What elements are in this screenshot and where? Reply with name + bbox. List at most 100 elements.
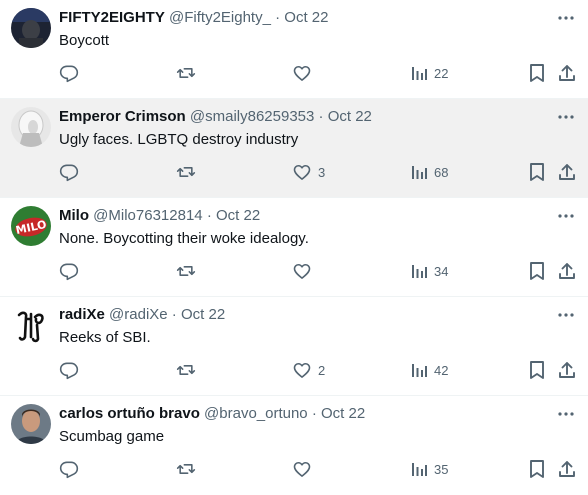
user-handle[interactable]: @Fifty2Eighty_: [169, 9, 271, 26]
retweet-button[interactable]: [176, 62, 196, 84]
views-icon: [412, 364, 427, 377]
display-name[interactable]: Emperor Crimson: [59, 108, 186, 125]
like-icon: [293, 362, 311, 378]
timestamp[interactable]: Oct 22: [284, 9, 328, 26]
view-count: 68: [434, 164, 449, 180]
views-button[interactable]: 34: [410, 260, 448, 282]
action-bar: 22: [0, 62, 588, 84]
like-button[interactable]: [292, 260, 318, 282]
separator-dot: ·: [206, 207, 212, 224]
retweet-button[interactable]: [176, 260, 196, 282]
tweet-header: radiXe @radiXe · Oct 22: [59, 305, 225, 325]
reply-tweet[interactable]: Emperor Crimson @smaily86259353 · Oct 22…: [0, 99, 588, 198]
reply-tweet[interactable]: FIFTY2EIGHTY @Fifty2Eighty_ · Oct 22 Boy…: [0, 0, 588, 99]
views-button[interactable]: 42: [410, 359, 448, 381]
display-name[interactable]: radiXe: [59, 306, 105, 323]
more-icon[interactable]: [556, 206, 576, 226]
more-icon[interactable]: [556, 8, 576, 28]
avatar[interactable]: [11, 107, 51, 147]
reply-icon: [59, 263, 79, 281]
share-icon: [559, 263, 575, 279]
retweet-icon: [176, 68, 196, 78]
retweet-button[interactable]: [176, 359, 196, 381]
like-button[interactable]: 2: [292, 359, 325, 381]
reply-icon: [59, 461, 79, 479]
display-name[interactable]: Milo: [59, 207, 89, 224]
view-count: 34: [434, 263, 449, 279]
timestamp[interactable]: Oct 22: [181, 306, 225, 323]
avatar[interactable]: [11, 404, 51, 444]
like-count: 2: [318, 362, 326, 378]
share-button[interactable]: [557, 62, 577, 84]
separator-dot: ·: [275, 9, 281, 26]
reply-tweet[interactable]: radiXe @radiXe · Oct 22 Reeks of SBI. 2 …: [0, 297, 588, 396]
more-icon[interactable]: [556, 404, 576, 424]
bookmark-icon: [530, 460, 544, 478]
view-count: 22: [434, 65, 449, 81]
like-icon: [293, 164, 311, 180]
timestamp[interactable]: Oct 22: [328, 108, 372, 125]
share-icon: [559, 461, 575, 477]
views-button[interactable]: 35: [410, 458, 448, 480]
avatar[interactable]: [11, 305, 51, 345]
share-button[interactable]: [557, 458, 577, 480]
bookmark-button[interactable]: [528, 359, 546, 381]
display-name[interactable]: FIFTY2EIGHTY: [59, 9, 165, 26]
share-button[interactable]: [557, 161, 577, 183]
tweet-text: Reeks of SBI.: [59, 329, 151, 346]
bookmark-button[interactable]: [528, 458, 546, 480]
separator-dot: ·: [318, 108, 324, 125]
tweet-text: Boycott: [59, 32, 110, 49]
view-count: 35: [434, 461, 449, 477]
more-icon[interactable]: [556, 305, 576, 325]
like-button[interactable]: 3: [292, 161, 325, 183]
tweet-text: None. Boycotting their woke idealogy.: [59, 230, 309, 247]
reply-button[interactable]: [59, 260, 79, 282]
reply-tweet[interactable]: MILO Milo @Milo76312814 · Oct 22 None. B…: [0, 198, 588, 297]
reply-tweet[interactable]: carlos ortuño bravo @bravo_ortuno · Oct …: [0, 396, 588, 495]
share-icon: [559, 362, 575, 378]
reply-button[interactable]: [59, 62, 79, 84]
views-button[interactable]: 22: [410, 62, 448, 84]
user-handle[interactable]: @radiXe: [109, 306, 168, 323]
share-button[interactable]: [557, 359, 577, 381]
user-handle[interactable]: @smaily86259353: [190, 108, 314, 125]
like-button[interactable]: [292, 62, 318, 84]
user-handle[interactable]: @bravo_ortuno: [204, 405, 308, 422]
tweet-header: carlos ortuño bravo @bravo_ortuno · Oct …: [59, 404, 365, 424]
like-icon: [293, 461, 311, 477]
retweet-icon: [176, 365, 196, 375]
tweet-header: FIFTY2EIGHTY @Fifty2Eighty_ · Oct 22: [59, 8, 328, 28]
timestamp[interactable]: Oct 22: [216, 207, 260, 224]
bookmark-button[interactable]: [528, 62, 546, 84]
user-handle[interactable]: @Milo76312814: [93, 207, 202, 224]
reply-button[interactable]: [59, 359, 79, 381]
reply-button[interactable]: [59, 458, 79, 480]
action-bar: 34: [0, 260, 588, 282]
reply-button[interactable]: [59, 161, 79, 183]
bookmark-button[interactable]: [528, 260, 546, 282]
share-icon: [559, 65, 575, 81]
retweet-button[interactable]: [176, 458, 196, 480]
like-count: 3: [318, 164, 326, 180]
avatar[interactable]: MILO: [11, 206, 51, 246]
more-icon[interactable]: [556, 107, 576, 127]
share-icon: [559, 164, 575, 180]
retweet-button[interactable]: [176, 161, 196, 183]
views-icon: [412, 67, 427, 80]
views-icon: [412, 463, 427, 476]
share-button[interactable]: [557, 260, 577, 282]
display-name[interactable]: carlos ortuño bravo: [59, 405, 200, 422]
views-icon: [412, 166, 427, 179]
like-button[interactable]: [292, 458, 318, 480]
avatar[interactable]: [11, 8, 51, 48]
bookmark-icon: [530, 163, 544, 181]
bookmark-button[interactable]: [528, 161, 546, 183]
separator-dot: ·: [171, 306, 177, 323]
views-button[interactable]: 68: [410, 161, 448, 183]
tweet-text: Ugly faces. LGBTQ destroy industry: [59, 131, 299, 148]
timestamp[interactable]: Oct 22: [321, 405, 365, 422]
action-bar: 35: [0, 458, 588, 480]
reply-icon: [59, 65, 79, 83]
tweet-header: Milo @Milo76312814 · Oct 22: [59, 206, 260, 226]
